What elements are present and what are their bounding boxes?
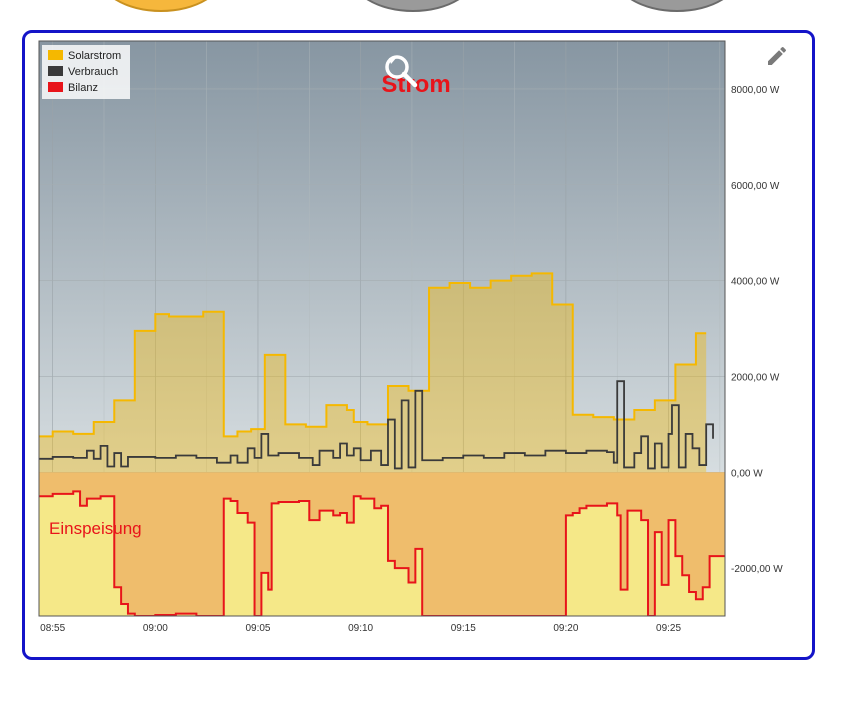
x-tick-label: 09:00: [143, 623, 168, 634]
x-tick-label: 09:05: [245, 623, 270, 634]
y-tick-label: 8000,00 W: [731, 85, 780, 96]
legend-swatch: [48, 50, 63, 60]
y-tick-label: 6000,00 W: [731, 181, 780, 192]
y-tick-label: 2000,00 W: [731, 372, 780, 383]
legend-swatch: [48, 82, 63, 92]
legend-label: Bilanz: [68, 82, 98, 94]
x-tick-label: 09:20: [553, 623, 578, 634]
edit-pencil-icon[interactable]: [765, 44, 789, 68]
x-tick-label: 09:10: [348, 623, 373, 634]
x-tick-label: 09:25: [656, 623, 681, 634]
legend-label: Solarstrom: [68, 50, 121, 62]
legend-label: Verbrauch: [68, 66, 118, 78]
x-axis: 08:55 09:00 09:05 09:10 09:15 09:20 09:25: [40, 623, 681, 634]
legend-swatch: [48, 66, 63, 76]
y-tick-label: -2000,00 W: [731, 564, 783, 575]
x-tick-label: 09:15: [451, 623, 476, 634]
feed-in-label: Einspeisung: [49, 519, 142, 538]
x-tick-label: 08:55: [40, 623, 65, 634]
y-tick-label: 4000,00 W: [731, 277, 780, 288]
power-chart: 8000,00 W 6000,00 W 4000,00 W 2000,00 W 0,00…: [38, 40, 783, 634]
y-tick-label: 0,00 W: [731, 468, 763, 479]
legend: Solarstrom Verbrauch Bilanz: [42, 45, 130, 99]
y-axis: 8000,00 W 6000,00 W 4000,00 W 2000,00 W 0,00…: [731, 85, 783, 575]
